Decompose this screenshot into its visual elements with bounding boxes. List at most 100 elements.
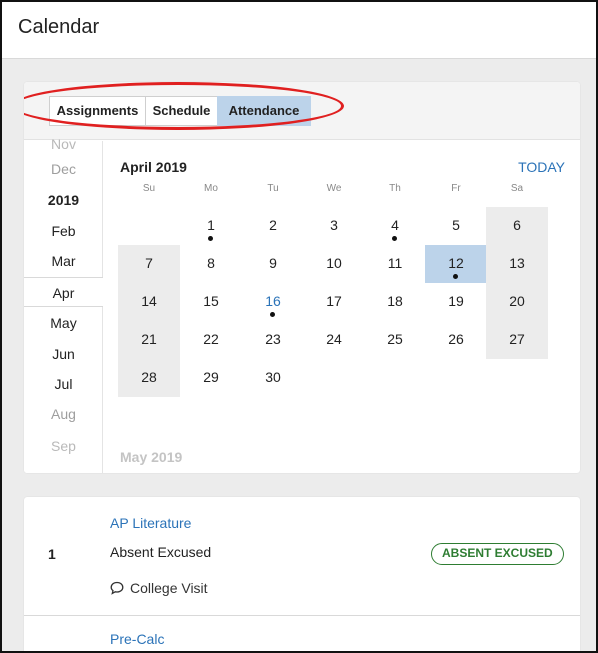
day-number: 8	[207, 255, 215, 271]
tab-attendance[interactable]: Attendance	[217, 96, 311, 126]
calendar-day[interactable]: 14	[118, 283, 180, 321]
calendar-day[interactable]: 4	[364, 207, 426, 245]
calendar-day[interactable]: 19	[425, 283, 487, 321]
comment-icon	[110, 581, 124, 595]
attendance-list: 1 AP Literature Absent Excused ABSENT EX…	[24, 497, 580, 651]
calendar-day[interactable]: 30	[242, 359, 304, 397]
day-number: 20	[509, 293, 525, 309]
calendar-day[interactable]: 12	[425, 245, 487, 283]
calendar-card: Assignments Schedule Attendance Nov Dec 20…	[24, 82, 580, 473]
calendar-day[interactable]: 16	[242, 283, 304, 321]
next-month-title: May 2019	[120, 449, 183, 465]
calendar-day[interactable]: 25	[364, 321, 426, 359]
day-number: 10	[326, 255, 342, 271]
calendar-day[interactable]: 17	[303, 283, 365, 321]
day-number: 9	[269, 255, 277, 271]
month-rail-item[interactable]: May	[24, 308, 103, 338]
month-rail-item[interactable]: Apr	[24, 277, 103, 307]
app-header: Calendar	[2, 2, 596, 59]
calendar-day[interactable]: 24	[303, 321, 365, 359]
weekday-label: Th	[389, 183, 401, 194]
attendance-status: Absent Excused	[110, 544, 212, 560]
calendar-day[interactable]: 5	[425, 207, 487, 245]
day-number: 22	[203, 331, 219, 347]
event-dot-icon	[270, 312, 275, 317]
today-button[interactable]: TODAY	[518, 159, 565, 175]
month-rail-item[interactable]: Feb	[24, 216, 103, 246]
day-number: 25	[387, 331, 403, 347]
calendar-day[interactable]: 1	[180, 207, 242, 245]
month-rail-item[interactable]: Dec	[24, 154, 103, 184]
weekday-label: Sa	[510, 183, 524, 194]
day-number: 21	[141, 331, 157, 347]
month-rail-item[interactable]: Sep	[24, 431, 103, 461]
month-rail-item[interactable]: Jul	[24, 369, 103, 399]
weekday-label: Tu	[267, 183, 279, 194]
calendar-day[interactable]: 27	[486, 321, 548, 359]
month-rail-item[interactable]: Mar	[24, 246, 103, 276]
day-number: 15	[203, 293, 219, 309]
day-number: 28	[141, 369, 157, 385]
day-number: 26	[448, 331, 464, 347]
calendar-day[interactable]: 15	[180, 283, 242, 321]
calendar-day[interactable]: 18	[364, 283, 426, 321]
weekday-label: Su	[142, 183, 156, 194]
calendar-day[interactable]: 3	[303, 207, 365, 245]
calendar-day[interactable]: 7	[118, 245, 180, 283]
course-link[interactable]: Pre-Calc	[110, 631, 164, 647]
calendar-day[interactable]: 29	[180, 359, 242, 397]
day-number: 2	[269, 217, 277, 233]
calendar-day[interactable]: 20	[486, 283, 548, 321]
day-number: 27	[509, 331, 525, 347]
day-number: 14	[141, 293, 157, 309]
calendar-day[interactable]: 22	[180, 321, 242, 359]
event-dot-icon	[208, 236, 213, 241]
weekday-label: Fr	[451, 183, 461, 194]
row-divider	[24, 615, 580, 616]
calendar-day[interactable]: 28	[118, 359, 180, 397]
tab-assignments[interactable]: Assignments	[49, 96, 146, 126]
calendar-day[interactable]: 21	[118, 321, 180, 359]
day-number: 18	[387, 293, 403, 309]
day-number: 13	[509, 255, 525, 271]
tab-schedule[interactable]: Schedule	[145, 96, 218, 126]
tab-bar: Assignments Schedule Attendance	[24, 82, 580, 140]
calendar-day[interactable]: 26	[425, 321, 487, 359]
day-number: 30	[265, 369, 281, 385]
period-number: 1	[48, 546, 56, 562]
event-dot-icon	[453, 274, 458, 279]
event-dot-icon	[392, 236, 397, 241]
day-number: 24	[326, 331, 342, 347]
month-rail-item[interactable]: Aug	[24, 399, 103, 429]
comment-text: College Visit	[130, 580, 208, 596]
calendar-day[interactable]: 6	[486, 207, 548, 245]
calendar-day[interactable]: 9	[242, 245, 304, 283]
month-picker-rail[interactable]: Nov Dec 2019 Feb Mar Apr May Jun Jul Aug Sep	[24, 136, 103, 473]
day-number: 4	[391, 217, 399, 233]
calendar-day[interactable]: 11	[364, 245, 426, 283]
day-number: 6	[513, 217, 521, 233]
day-number: 16	[265, 293, 281, 309]
calendar-day[interactable]: 13	[486, 245, 548, 283]
attendance-comment: College Visit	[110, 580, 208, 596]
app-frame: Calendar Assignments Schedule Attendance…	[0, 0, 598, 653]
day-number: 17	[326, 293, 342, 309]
day-number: 7	[145, 255, 153, 271]
calendar-day[interactable]: 8	[180, 245, 242, 283]
weekday-label: Mo	[204, 183, 218, 194]
weekday-label: We	[326, 183, 342, 194]
calendar-day[interactable]: 10	[303, 245, 365, 283]
page-title: Calendar	[18, 16, 100, 38]
day-number: 5	[452, 217, 460, 233]
day-number: 3	[330, 217, 338, 233]
course-link[interactable]: AP Literature	[110, 515, 191, 531]
calendar-day[interactable]: 2	[242, 207, 304, 245]
day-number: 29	[203, 369, 219, 385]
month-rail-item[interactable]: Jun	[24, 339, 103, 369]
month-title: April 2019	[120, 159, 187, 175]
day-number: 1	[207, 217, 215, 233]
day-number: 23	[265, 331, 281, 347]
calendar-day[interactable]: 23	[242, 321, 304, 359]
month-rail-item[interactable]: 2019	[24, 185, 103, 215]
day-number: 11	[387, 255, 403, 271]
